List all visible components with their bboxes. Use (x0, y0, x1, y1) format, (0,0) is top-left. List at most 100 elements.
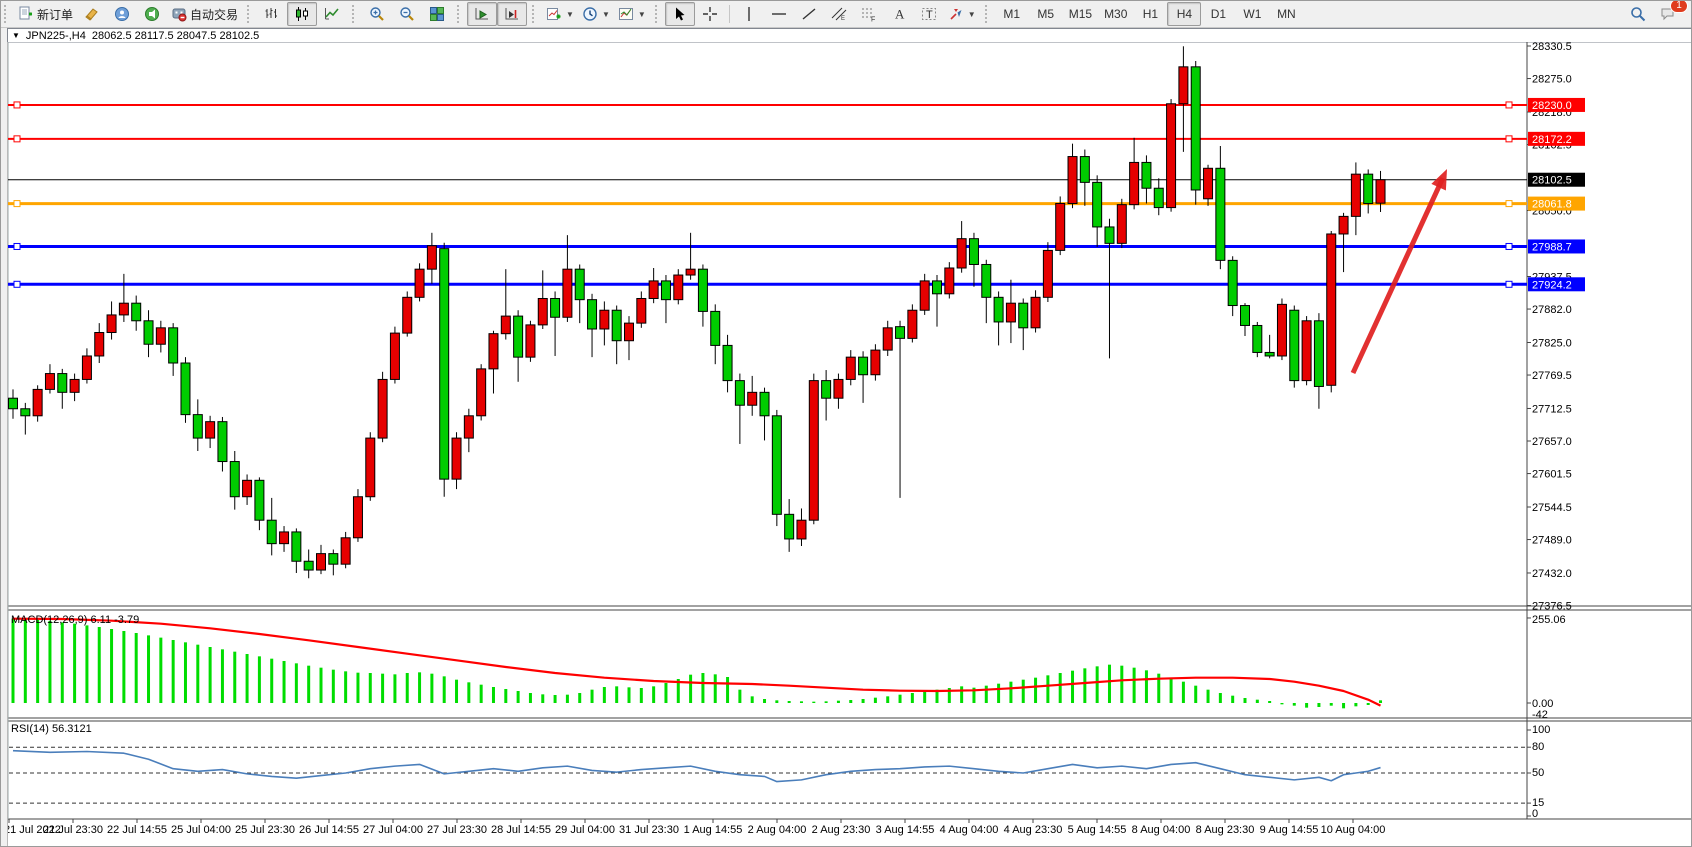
line-handle[interactable] (1506, 281, 1512, 287)
candle-body (612, 310, 621, 340)
periods-icon (582, 6, 598, 22)
tf-m15-button[interactable]: M15 (1063, 2, 1098, 26)
fibonacci-button[interactable]: F (854, 2, 884, 26)
tf-w1-button[interactable]: W1 (1235, 2, 1269, 26)
candle-body (440, 249, 449, 479)
crosshair-button[interactable] (695, 2, 725, 26)
toolbar-grip (247, 5, 252, 23)
tf-h4-button-label: H4 (1177, 7, 1192, 21)
svg-text:2 Aug 23:30: 2 Aug 23:30 (812, 824, 871, 836)
line-handle[interactable] (1506, 201, 1512, 207)
candle-body (218, 422, 227, 462)
trendline-button[interactable] (794, 2, 824, 26)
chart-symbol-period: JPN225-,H4 (26, 30, 86, 42)
tf-mn-button[interactable]: MN (1269, 2, 1303, 26)
tf-h4-button[interactable]: H4 (1167, 2, 1201, 26)
chart-shift-button[interactable] (497, 2, 527, 26)
tf-m1-button[interactable]: M1 (995, 2, 1029, 26)
candle-body (871, 350, 880, 375)
candle-body (95, 333, 104, 356)
svg-text:3 Aug 14:55: 3 Aug 14:55 (876, 824, 935, 836)
shapes-button[interactable]: ▼ (944, 2, 980, 26)
candle-body (193, 415, 202, 438)
candle-body (538, 298, 547, 324)
candle-body (70, 379, 79, 392)
tf-d1-button[interactable]: D1 (1201, 2, 1235, 26)
candle-body (1031, 297, 1040, 327)
candle-body (181, 363, 190, 415)
candle-body (686, 269, 695, 275)
indicators-button[interactable]: ▼ (542, 2, 578, 26)
candle-body (378, 379, 387, 438)
text-button[interactable]: A (884, 2, 914, 26)
tf-h1-button[interactable]: H1 (1133, 2, 1167, 26)
candle-body (551, 298, 560, 317)
candle-body (1314, 321, 1323, 387)
metaeditor-button[interactable] (77, 2, 107, 26)
zoom-in-button[interactable] (362, 2, 392, 26)
search-button[interactable] (1623, 2, 1653, 26)
candle-body (711, 311, 720, 345)
svg-text:29 Jul 04:00: 29 Jul 04:00 (555, 824, 615, 836)
cursor-icon (672, 6, 688, 22)
candle-body (661, 281, 670, 300)
vertical-line-button[interactable] (734, 2, 764, 26)
community-button[interactable] (107, 2, 137, 26)
new-order-button[interactable]: 新订单 (14, 2, 77, 26)
line-handle[interactable] (1506, 102, 1512, 108)
cursor-button[interactable] (665, 2, 695, 26)
svg-text:4 Aug 23:30: 4 Aug 23:30 (1004, 824, 1063, 836)
tf-m30-button-label: M30 (1104, 7, 1127, 21)
shapes-icon (948, 6, 964, 22)
bar-chart-button[interactable] (257, 2, 287, 26)
tile-windows-button[interactable] (422, 2, 452, 26)
line-handle[interactable] (14, 136, 20, 142)
toolbar-grip (985, 5, 990, 23)
candlestick-button[interactable] (287, 2, 317, 26)
candle-body (452, 438, 461, 479)
label-button[interactable]: T (914, 2, 944, 26)
templates-button[interactable]: ▼ (614, 2, 650, 26)
chart-canvas[interactable]: 28330.528275.028218.028162.528050.027937… (1, 1, 1692, 847)
tf-m5-button[interactable]: M5 (1029, 2, 1063, 26)
candle-body (280, 532, 289, 544)
candle-body (58, 374, 67, 393)
candle-body (1006, 303, 1015, 322)
candle-body (957, 239, 966, 268)
candle-body (230, 462, 239, 497)
candle-body (255, 480, 264, 520)
svg-text:28102.5: 28102.5 (1532, 175, 1572, 187)
line-handle[interactable] (14, 102, 20, 108)
toolbar-group-menus: ▼▼▼ (540, 1, 652, 27)
autoscroll-button[interactable] (467, 2, 497, 26)
periods-button[interactable]: ▼ (578, 2, 614, 26)
line-handle[interactable] (14, 243, 20, 249)
new-order-button-label: 新订单 (37, 6, 73, 23)
trendline-icon (801, 6, 817, 22)
toolbar-separator (729, 5, 730, 23)
zoom-out-button[interactable] (392, 2, 422, 26)
label-icon: T (921, 6, 937, 22)
candle-body (1019, 303, 1028, 328)
candle-body (920, 281, 929, 310)
candle-body (1351, 174, 1360, 216)
tf-m30-button[interactable]: M30 (1098, 2, 1133, 26)
line-chart-button[interactable] (317, 2, 347, 26)
toolbar-right: 1 (1623, 2, 1691, 26)
collapse-chart-icon[interactable]: ▼ (12, 31, 20, 40)
autotrading-button[interactable]: 自动交易 (167, 2, 242, 26)
new-order-icon (18, 6, 34, 22)
line-handle[interactable] (1506, 136, 1512, 142)
channel-button[interactable]: E (824, 2, 854, 26)
line-handle[interactable] (1506, 243, 1512, 249)
candle-body (1339, 216, 1348, 234)
candle-body (1130, 162, 1139, 204)
zoom-in-icon (369, 6, 385, 22)
line-handle[interactable] (14, 281, 20, 287)
horizontal-line-button[interactable] (764, 2, 794, 26)
svg-text:27825.0: 27825.0 (1532, 337, 1572, 349)
svg-text:28 Jul 14:55: 28 Jul 14:55 (491, 824, 551, 836)
line-handle[interactable] (14, 201, 20, 207)
chat-button[interactable]: 1 (1653, 2, 1683, 26)
signals-button[interactable] (137, 2, 167, 26)
